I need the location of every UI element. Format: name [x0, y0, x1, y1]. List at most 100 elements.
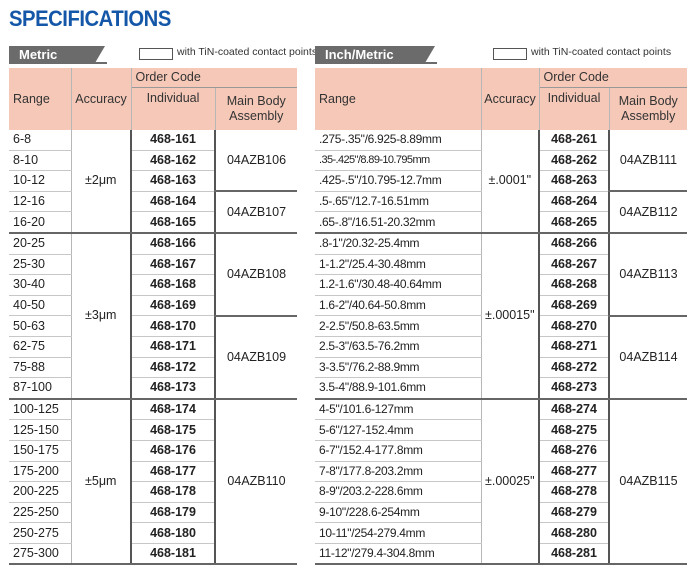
order-code-cell: 468-266: [538, 232, 610, 255]
order-code-cell: 468-163: [130, 170, 216, 192]
main-body-assembly-cell: 04AZB107: [215, 191, 297, 234]
order-code-cell: 468-270: [538, 315, 610, 337]
order-code-cell: 468-166: [130, 232, 216, 255]
range-cell: 100-125: [9, 398, 72, 421]
range-cell: 5-6"/127-152.4mm: [315, 419, 482, 441]
order-code-cell: 468-179: [130, 502, 216, 524]
range-cell: 1-1.2"/25.4-30.48mm: [315, 254, 482, 276]
order-code-cell: 468-271: [538, 336, 610, 358]
order-code-cell: 468-181: [130, 543, 216, 566]
order-code-cell: 468-264: [538, 191, 610, 213]
range-header: Range: [315, 68, 482, 130]
divider: [315, 62, 437, 64]
main-body-assembly-cell: 04AZB113: [609, 232, 687, 317]
range-cell: 150-175: [9, 440, 72, 462]
order-code-cell: 468-177: [130, 461, 216, 483]
range-cell: 175-200: [9, 461, 72, 483]
divider: [9, 62, 107, 64]
range-cell: 225-250: [9, 502, 72, 524]
legend-swatch: [493, 48, 527, 60]
range-cell: .65-.8"/16.51-20.32mm: [315, 211, 482, 234]
order-code-cell: 468-269: [538, 295, 610, 317]
accuracy-cell: ±5μm: [71, 398, 132, 566]
inch-section: Inch/Metric with TiN-coated contact poin…: [315, 44, 690, 566]
main-body-assembly-cell: 04AZB110: [215, 398, 297, 566]
accuracy-cell: ±3μm: [71, 232, 132, 400]
order-code-cell: 468-176: [130, 440, 216, 462]
legend-text: with TiN-coated contact points: [531, 46, 672, 58]
range-cell: 1.6-2"/40.64-50.8mm: [315, 295, 482, 317]
range-cell: 250-275: [9, 522, 72, 544]
inch-tab-bar: Inch/Metric with TiN-coated contact poin…: [315, 44, 690, 64]
order-code-cell: 468-268: [538, 274, 610, 296]
order-code-cell: 468-275: [538, 419, 610, 441]
range-cell: 2-2.5"/50.8-63.5mm: [315, 315, 482, 337]
order-code-cell: 468-162: [130, 150, 216, 172]
order-code-cell: 468-170: [130, 315, 216, 337]
order-code-cell: 468-171: [130, 336, 216, 358]
range-cell: .275-.35"/6.925-8.89mm: [315, 130, 482, 151]
metric-tab-bar: Metric with TiN-coated contact points: [9, 44, 317, 64]
range-cell: 9-10"/228.6-254mm: [315, 502, 482, 524]
order-code-cell: 468-178: [130, 481, 216, 503]
individual-header: Individual: [539, 87, 610, 130]
main-body-assembly-cell: 04AZB114: [609, 315, 687, 400]
order-code-cell: 468-281: [538, 543, 610, 566]
table-row: 4-5"/101.6-127mm ±.00025" 468-274 04AZB115: [315, 398, 687, 566]
range-cell: 8-10: [9, 150, 72, 172]
accuracy-cell: ±2μm: [71, 130, 132, 234]
range-cell: 30-40: [9, 274, 72, 296]
range-cell: 1.2-1.6"/30.48-40.64mm: [315, 274, 482, 296]
order-code-cell: 468-274: [538, 398, 610, 421]
range-cell: 3-3.5"/76.2-88.9mm: [315, 357, 482, 379]
main-body-header: Main Body Assembly: [609, 87, 687, 130]
order-code-cell: 468-279: [538, 502, 610, 524]
range-cell: 4-5"/101.6-127mm: [315, 398, 482, 421]
order-code-cell: 468-261: [538, 130, 610, 151]
range-cell: 87-100: [9, 377, 72, 400]
order-code-cell: 468-265: [538, 211, 610, 234]
main-body-assembly-cell: 04AZB106: [215, 130, 297, 193]
order-code-cell: 468-165: [130, 211, 216, 234]
range-cell: 75-88: [9, 357, 72, 379]
order-code-cell: 468-272: [538, 357, 610, 379]
order-code-header: Order Code: [131, 68, 297, 88]
main-body-assembly-cell: 04AZB108: [215, 232, 297, 317]
order-code-cell: 468-278: [538, 481, 610, 503]
range-cell: 11-12"/279.4-304.8mm: [315, 543, 482, 566]
table-row: 12-16 468-164 04AZB107: [9, 191, 297, 234]
individual-header: Individual: [131, 87, 216, 130]
range-cell: 20-25: [9, 232, 72, 255]
main-body-assembly-cell: 04AZB109: [215, 315, 297, 400]
order-code-cell: 468-262: [538, 150, 610, 172]
range-cell: 25-30: [9, 254, 72, 276]
range-cell: 6-8: [9, 130, 72, 151]
order-code-cell: 468-174: [130, 398, 216, 421]
order-code-cell: 468-277: [538, 461, 610, 483]
range-cell: .35-.425"/8.89-10.795mm: [315, 150, 482, 172]
inch-spec-table: Range Accuracy Order Code Individual Mai…: [315, 68, 687, 566]
order-code-cell: 468-175: [130, 419, 216, 441]
accuracy-header: Accuracy: [71, 68, 132, 130]
order-code-cell: 468-280: [538, 522, 610, 544]
table-row: .275-.35"/6.925-8.89mm ±.0001" 468-261 04AZ…: [315, 130, 687, 234]
legend-text: with TiN-coated contact points: [177, 46, 318, 58]
accuracy-header: Accuracy: [481, 68, 540, 130]
legend-swatch: [139, 48, 173, 60]
inch-tab-label: Inch/Metric: [315, 46, 435, 63]
main-body-assembly-cell: 04AZB112: [609, 191, 687, 234]
range-cell: .8-1"/20.32-25.4mm: [315, 232, 482, 255]
order-code-cell: 468-267: [538, 254, 610, 276]
order-code-cell: 468-172: [130, 357, 216, 379]
order-code-cell: 468-169: [130, 295, 216, 317]
order-code-cell: 468-273: [538, 377, 610, 400]
range-cell: 40-50: [9, 295, 72, 317]
range-cell: 10-11"/254-279.4mm: [315, 522, 482, 544]
range-cell: .425-.5"/10.795-12.7mm: [315, 170, 482, 192]
range-cell: 62-75: [9, 336, 72, 358]
order-code-cell: 468-161: [130, 130, 216, 151]
order-code-cell: 468-168: [130, 274, 216, 296]
table-row: 50-63 468-170 04AZB109: [9, 315, 297, 400]
order-code-cell: 468-173: [130, 377, 216, 400]
order-code-cell: 468-276: [538, 440, 610, 462]
